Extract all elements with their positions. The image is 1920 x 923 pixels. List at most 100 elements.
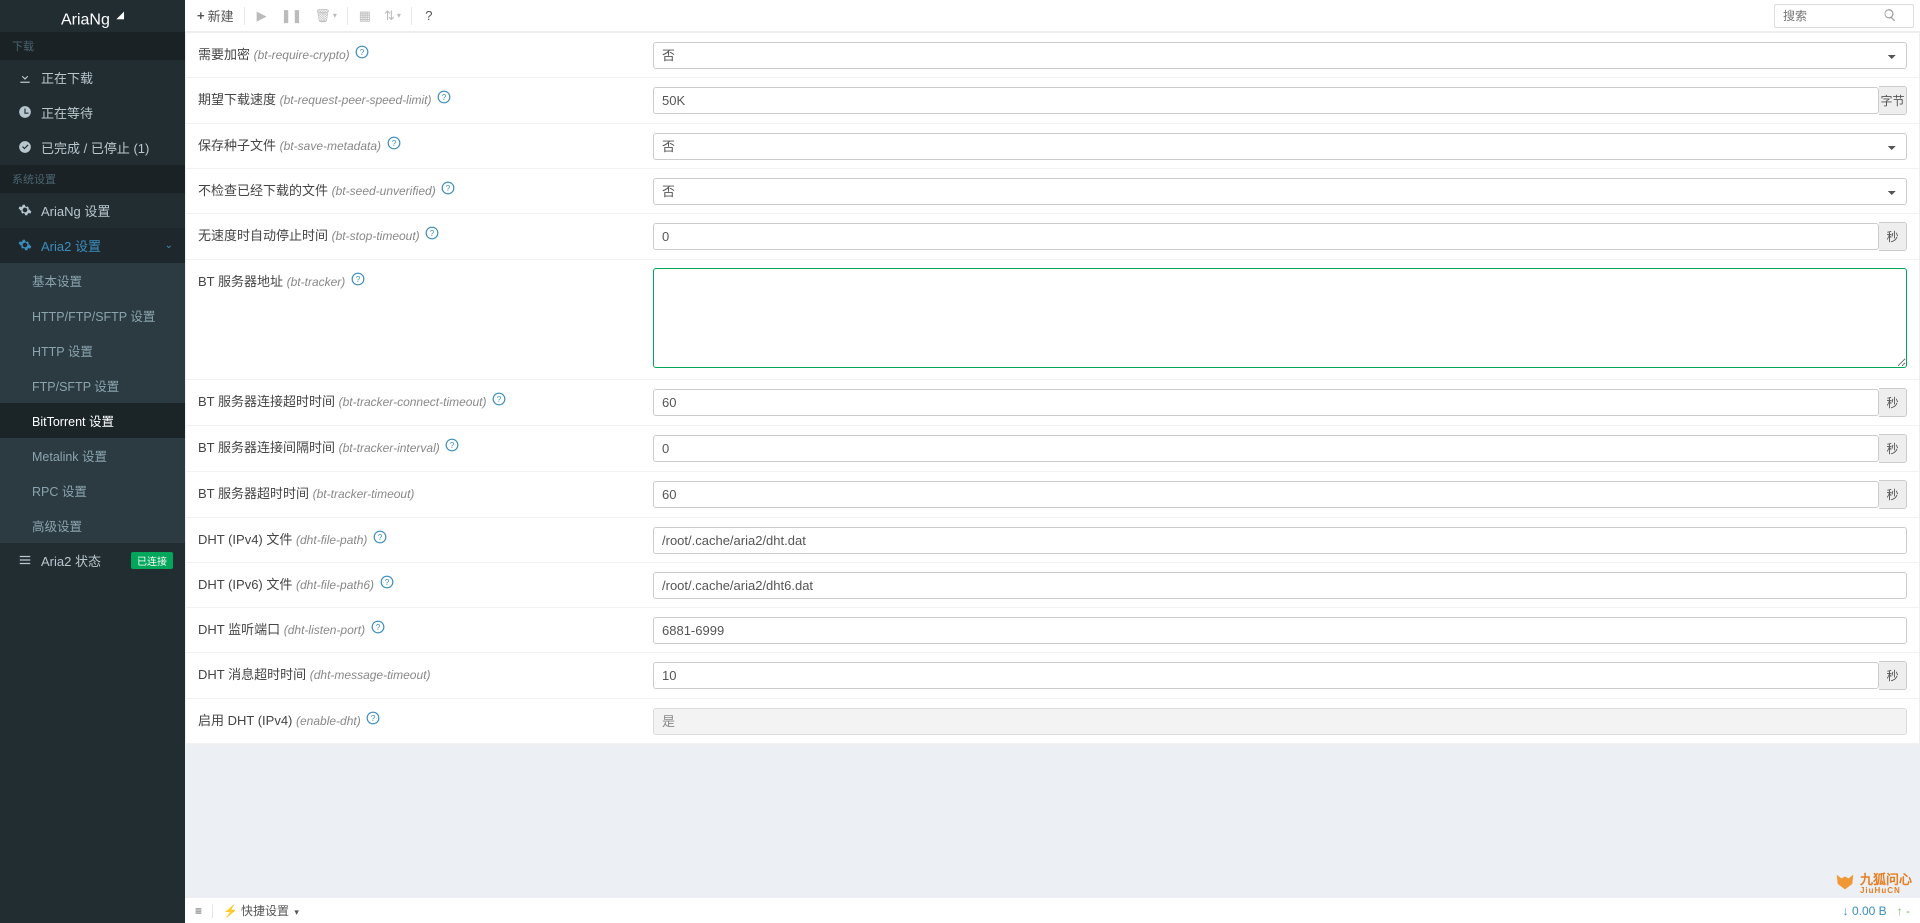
search-input[interactable]	[1783, 9, 1883, 23]
toolbar: + 新建 ▶ ❚❚ 🗑▾ ▦ ⇅▾ ?	[185, 0, 1920, 32]
arrow-down-icon: ↓	[1843, 904, 1849, 918]
gear-icon	[15, 203, 35, 218]
setting-option-key: (bt-seed-unverified)	[332, 184, 436, 198]
submenu-label: Metalink 设置	[32, 446, 107, 465]
view-grid-button: ▦	[352, 3, 378, 29]
sort-icon: ⇅	[384, 8, 395, 24]
help-icon[interactable]: ?	[425, 226, 439, 240]
app-logo[interactable]: AriaNg ◢	[0, 0, 185, 32]
setting-option-key: (dht-message-timeout)	[310, 668, 431, 682]
sidebar-item-stopped[interactable]: 已完成 / 已停止 (1)	[0, 130, 185, 165]
setting-select[interactable]: 否	[653, 133, 1907, 160]
setting-option-key: (dht-file-path)	[296, 533, 367, 547]
new-button[interactable]: + 新建	[191, 3, 240, 29]
help-icon[interactable]: ?	[380, 575, 394, 589]
help-icon[interactable]: ?	[387, 136, 401, 150]
setting-title: BT 服务器连接间隔时间	[198, 440, 335, 455]
setting-input[interactable]	[653, 223, 1879, 250]
setting-title: BT 服务器地址	[198, 274, 283, 289]
delete-button: 🗑▾	[308, 3, 343, 29]
setting-textarea[interactable]	[653, 268, 1907, 368]
setting-label: DHT 消息超时时间 (dht-message-timeout)	[198, 661, 653, 690]
quick-settings-button[interactable]: 快捷设置 ▾	[241, 902, 299, 919]
submenu-http-ftp-sftp[interactable]: HTTP/FTP/SFTP 设置	[0, 298, 185, 333]
setting-row: 启用 DHT (IPv4) (enable-dht) ?是	[186, 699, 1919, 744]
help-icon[interactable]: ?	[351, 272, 365, 286]
setting-select[interactable]: 否	[653, 42, 1907, 69]
submenu-rpc[interactable]: RPC 设置	[0, 473, 185, 508]
setting-row: BT 服务器连接超时时间 (bt-tracker-connect-timeout…	[186, 380, 1919, 426]
clock-icon	[15, 105, 35, 120]
submenu-label: RPC 设置	[32, 481, 87, 500]
lightning-icon: ⚡	[223, 904, 238, 918]
plus-icon: +	[197, 8, 205, 23]
sidebar-item-waiting[interactable]: 正在等待	[0, 95, 185, 130]
svg-text:?: ?	[371, 714, 376, 723]
svg-text:?: ?	[430, 229, 435, 238]
setting-title: 无速度时自动停止时间	[198, 228, 328, 243]
setting-title: DHT (IPv4) 文件	[198, 532, 292, 547]
sidebar-item-aria2-settings[interactable]: Aria2 设置 ⌄	[0, 228, 185, 263]
caret-icon: ▾	[397, 11, 401, 20]
setting-row: 不检查已经下载的文件 (bt-seed-unverified) ? 否	[186, 169, 1919, 214]
sidebar-item-ariang-settings[interactable]: AriaNg 设置	[0, 193, 185, 228]
sort-button: ⇅▾	[378, 3, 407, 29]
setting-label: 无速度时自动停止时间 (bt-stop-timeout) ?	[198, 222, 653, 251]
setting-input-readonly	[653, 662, 1879, 689]
setting-input[interactable]	[653, 389, 1879, 416]
setting-control: 字节	[653, 86, 1907, 115]
setting-title: 不检查已经下载的文件	[198, 183, 328, 198]
setting-row: 无速度时自动停止时间 (bt-stop-timeout) ?秒	[186, 214, 1919, 260]
setting-option-key: (bt-tracker-timeout)	[313, 487, 415, 501]
help-icon[interactable]: ?	[366, 711, 380, 725]
submenu-ftp-sftp[interactable]: FTP/SFTP 设置	[0, 368, 185, 403]
submenu-http[interactable]: HTTP 设置	[0, 333, 185, 368]
setting-control: ✓	[653, 268, 1907, 371]
setting-label: 期望下载速度 (bt-request-peer-speed-limit) ?	[198, 86, 653, 115]
toolbar-divider	[347, 7, 348, 25]
toolbar-divider	[244, 7, 245, 25]
help-button[interactable]: ?	[416, 3, 442, 29]
search-box[interactable]	[1774, 4, 1914, 28]
setting-control: 是	[653, 707, 1907, 735]
setting-input[interactable]	[653, 87, 1879, 114]
setting-control: 秒	[653, 434, 1907, 463]
submenu-advanced[interactable]: 高级设置	[0, 508, 185, 543]
help-icon[interactable]: ?	[492, 392, 506, 406]
svg-text:?: ?	[391, 139, 396, 148]
setting-unit: 秒	[1879, 434, 1907, 463]
setting-option-key: (dht-file-path6)	[296, 578, 374, 592]
setting-label: DHT 监听端口 (dht-listen-port) ?	[198, 616, 653, 644]
setting-row: DHT 监听端口 (dht-listen-port) ?	[186, 608, 1919, 653]
help-icon[interactable]: ?	[445, 438, 459, 452]
help-icon[interactable]: ?	[373, 530, 387, 544]
setting-unit: 秒	[1879, 661, 1907, 690]
download-icon	[15, 70, 35, 85]
setting-label: BT 服务器超时时间 (bt-tracker-timeout)	[198, 480, 653, 509]
setting-control: 秒	[653, 222, 1907, 251]
start-button: ▶	[249, 3, 275, 29]
setting-option-key: (bt-tracker)	[287, 275, 346, 289]
setting-control: 否	[653, 177, 1907, 205]
setting-control: 秒	[653, 661, 1907, 690]
setting-input[interactable]	[653, 481, 1879, 508]
sidebar-list-system: AriaNg 设置 Aria2 设置 ⌄ 基本设置 HTTP/FTP/SFTP …	[0, 193, 185, 578]
sidebar-item-downloading[interactable]: 正在下载	[0, 60, 185, 95]
download-speed: ↓ 0.00 B	[1843, 904, 1887, 918]
help-icon[interactable]: ?	[441, 181, 455, 195]
sidebar-item-label: Aria2 设置	[41, 236, 101, 255]
submenu-bittorrent[interactable]: BitTorrent 设置	[0, 403, 185, 438]
setting-input-readonly	[653, 617, 1907, 644]
setting-label: DHT (IPv6) 文件 (dht-file-path6) ?	[198, 571, 653, 599]
setting-input[interactable]	[653, 435, 1879, 462]
sidebar-item-aria2-status[interactable]: Aria2 状态 已连接	[0, 543, 185, 578]
menu-icon[interactable]: ≡	[195, 904, 202, 918]
submenu-basic[interactable]: 基本设置	[0, 263, 185, 298]
submenu-metalink[interactable]: Metalink 设置	[0, 438, 185, 473]
help-icon[interactable]: ?	[437, 90, 451, 104]
help-icon[interactable]: ?	[371, 620, 385, 634]
app-logo-mark: ◢	[116, 10, 124, 21]
setting-select[interactable]: 否	[653, 178, 1907, 205]
help-icon[interactable]: ?	[355, 45, 369, 59]
settings-content[interactable]: 需要加密 (bt-require-crypto) ?否期望下载速度 (bt-re…	[185, 32, 1920, 897]
